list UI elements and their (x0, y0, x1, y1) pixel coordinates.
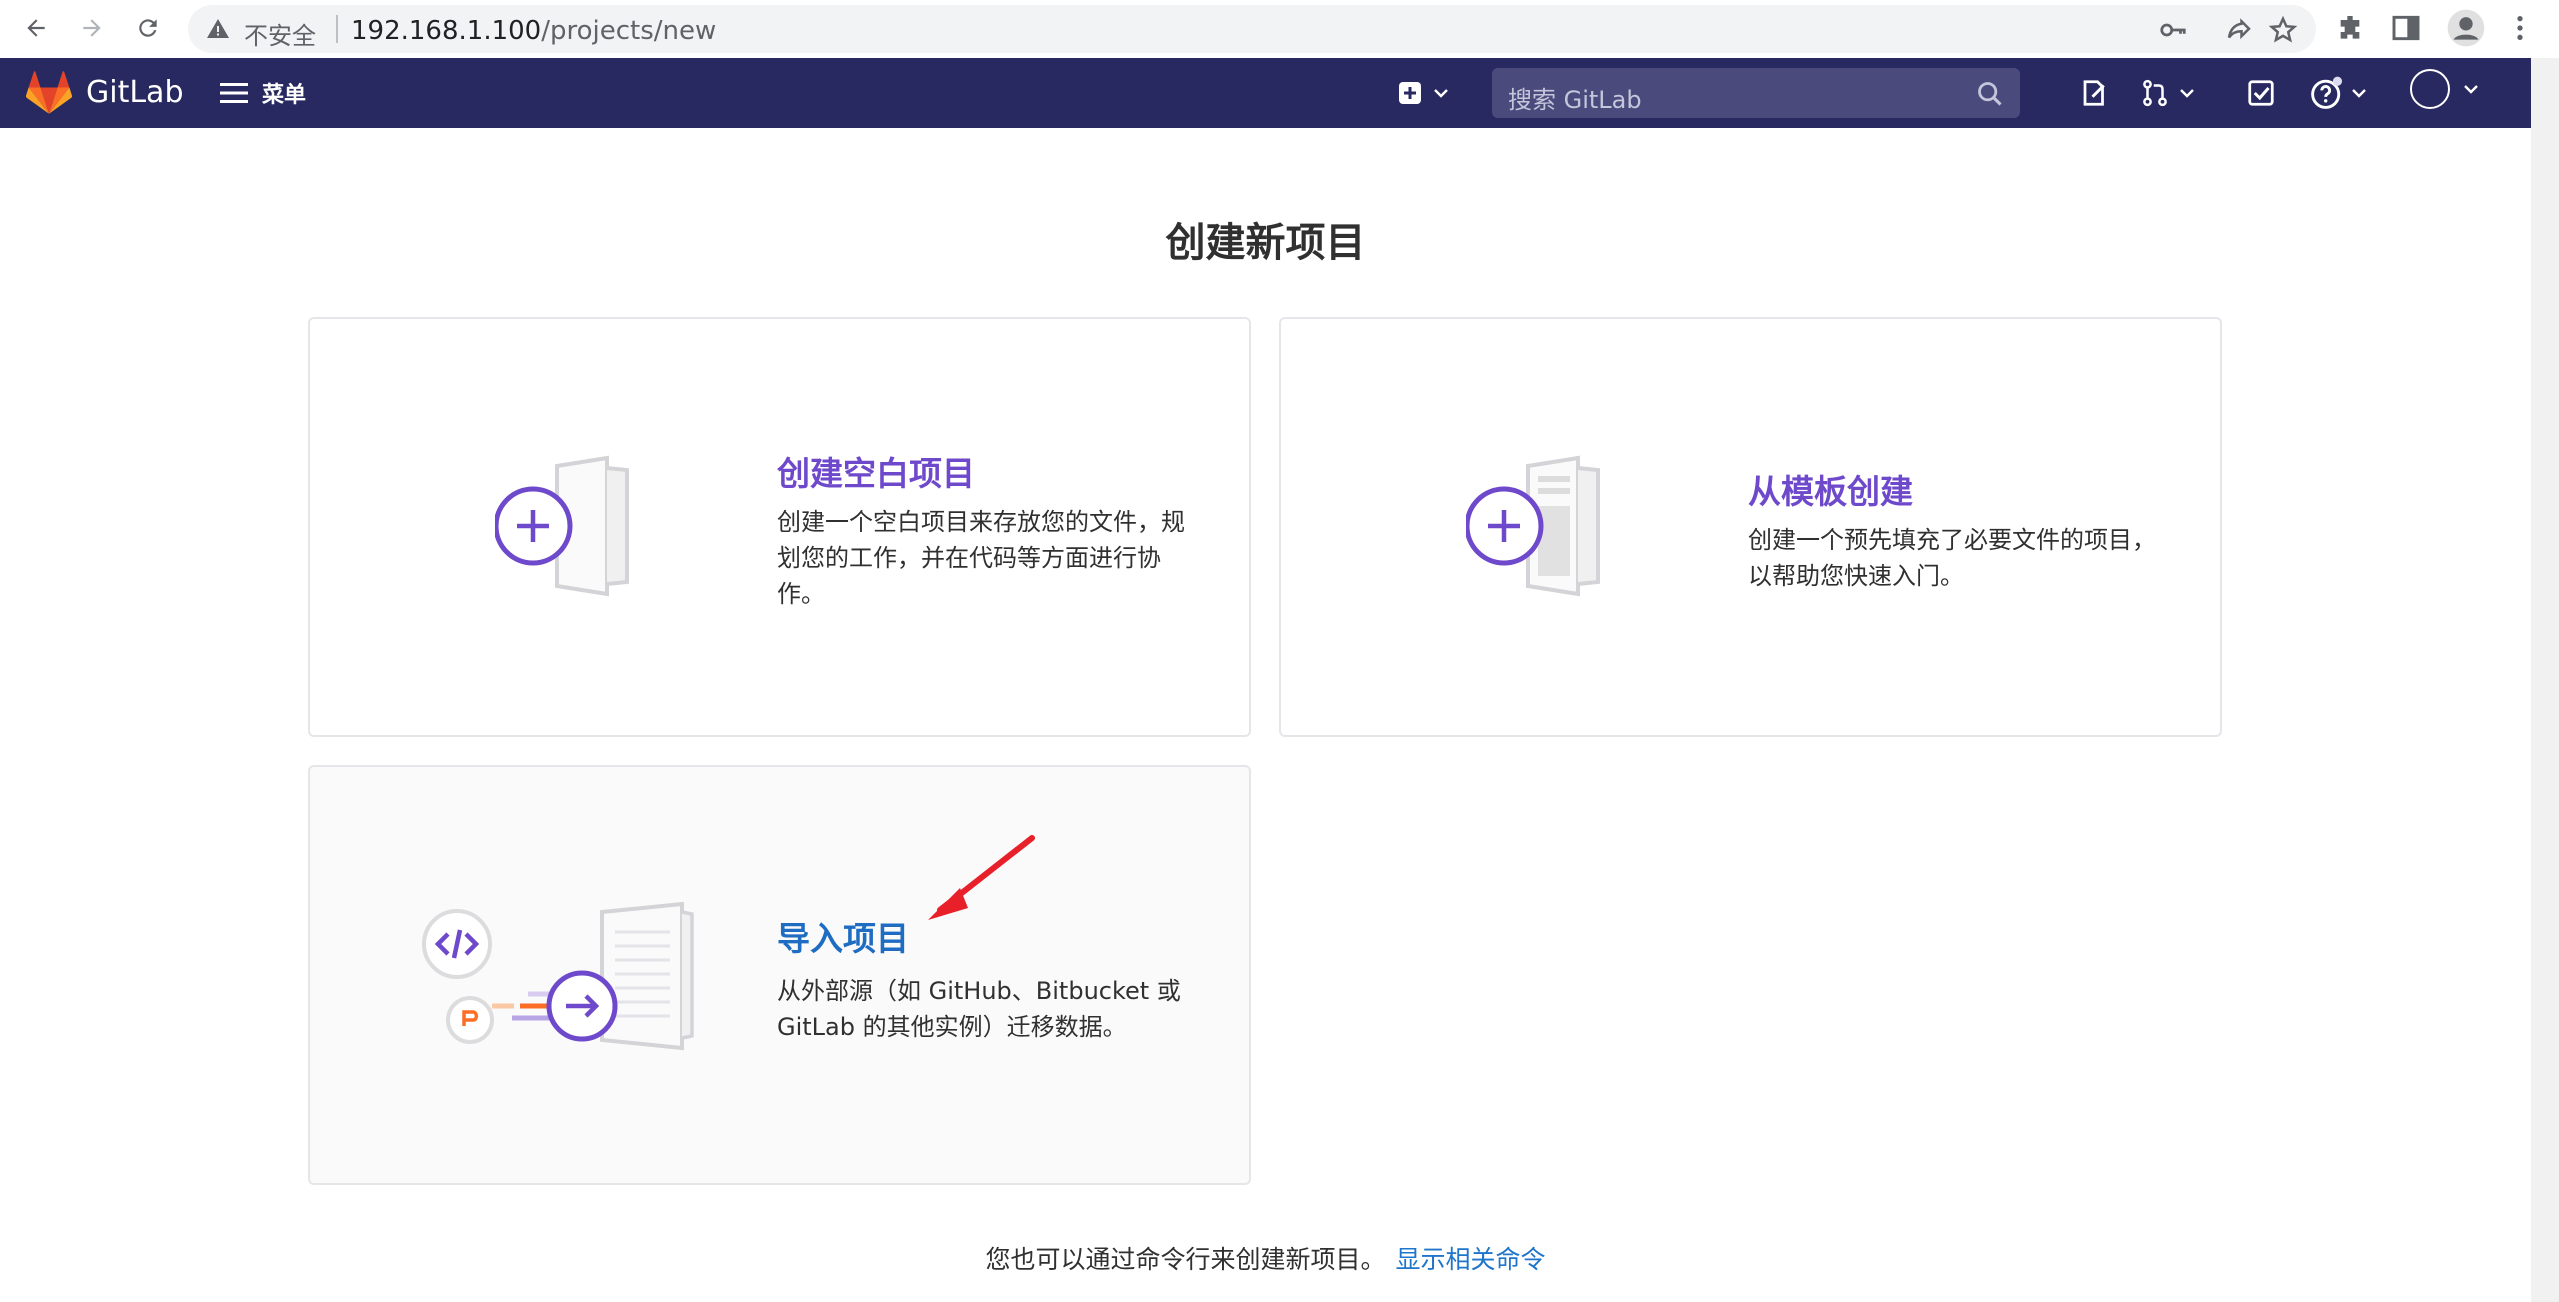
new-item-dropdown[interactable] (1398, 75, 1450, 111)
page-scrollbar[interactable] (2531, 58, 2559, 1302)
template-illustration-icon (1466, 455, 1600, 597)
search-placeholder: 搜索 GitLab (1508, 86, 1642, 114)
forward-arrow-icon (83, 19, 101, 37)
menu-button[interactable]: 菜单 (220, 74, 306, 112)
chevron-down-icon (2180, 89, 2194, 98)
reload-button[interactable] (130, 10, 166, 46)
page-title: 创建新项目 (1165, 220, 1366, 266)
import-project-description: 从外部源（如 GitHub、Bitbucket 或 GitLab 的其他实例）迁… (777, 977, 1181, 1041)
todos-button[interactable] (2246, 75, 2276, 111)
help-question-icon (2311, 76, 2343, 109)
key-icon[interactable] (2158, 15, 2188, 45)
import-project-illustration-icon (422, 902, 694, 1051)
search-input[interactable]: 搜索 GitLab (1492, 68, 2020, 118)
create-from-template-card[interactable]: 从模板创建 创建一个预先填充了必要文件的项目，以帮助您快速入门。 (1279, 317, 2222, 737)
url-path: /projects/new (541, 16, 717, 46)
profile-avatar-icon[interactable] (2446, 8, 2486, 48)
forward-button[interactable] (74, 10, 110, 46)
back-button[interactable] (18, 10, 54, 46)
user-menu-dropdown[interactable] (2408, 69, 2480, 109)
bookmark-star-icon[interactable] (2268, 15, 2298, 45)
gitlab-logo-icon[interactable] (26, 71, 72, 115)
share-icon[interactable] (2224, 15, 2254, 45)
show-commands-link[interactable]: 显示相关命令 (1396, 1245, 1546, 1274)
issues-icon (2083, 80, 2105, 106)
chevron-down-icon (2352, 89, 2366, 98)
red-annotation-arrow-icon (928, 835, 1035, 920)
warning-icon (207, 19, 229, 38)
chevron-down-icon (1434, 89, 1448, 98)
browser-toolbar: 不安全 192.168.1.100/projects/new (0, 0, 2559, 59)
plus-square-icon (1399, 82, 1421, 104)
insecure-label: 不安全 (244, 22, 316, 50)
blank-project-title[interactable]: 创建空白项目 (777, 447, 975, 495)
template-description: 创建一个预先填充了必要文件的项目，以帮助您快速入门。 (1748, 526, 2156, 590)
back-arrow-icon (27, 19, 45, 37)
chevron-down-icon (2464, 85, 2478, 94)
create-blank-project-card[interactable]: 创建空白项目 创建一个空白项目来存放您的文件，规划您的工作，并在代码等方面进行协… (308, 317, 1251, 737)
user-avatar-icon (2410, 69, 2450, 109)
brand-name[interactable]: GitLab (86, 75, 184, 110)
blank-project-illustration-icon (495, 455, 629, 597)
search-icon (1978, 82, 2002, 106)
url-text: 192.168.1.100/projects/new (351, 16, 716, 46)
merge-request-icon (2143, 79, 2167, 107)
reload-icon (139, 19, 157, 37)
blank-project-description: 创建一个空白项目来存放您的文件，规划您的工作，并在代码等方面进行协作。 (777, 508, 1185, 608)
kebab-menu-icon[interactable] (2504, 12, 2536, 44)
cli-hint: 您也可以通过命令行来创建新项目。 显示相关命令 (0, 1240, 2531, 1276)
cli-hint-text: 您也可以通过命令行来创建新项目。 (985, 1245, 1386, 1274)
import-project-title[interactable]: 导入项目 (777, 912, 909, 960)
import-project-card[interactable]: 导入项目 从外部源（如 GitHub、Bitbucket 或 GitLab 的其… (308, 765, 1251, 1185)
extensions-icon[interactable] (2334, 12, 2366, 44)
todo-checkbox-icon (2248, 80, 2274, 106)
merge-requests-dropdown[interactable] (2140, 75, 2196, 111)
address-bar[interactable]: 不安全 192.168.1.100/projects/new (188, 5, 2316, 53)
url-host: 192.168.1.100 (351, 16, 542, 46)
menu-label: 菜单 (262, 83, 307, 108)
gitlab-navbar: GitLab 菜单 搜索 GitLab (0, 58, 2531, 128)
issues-button[interactable] (2080, 75, 2110, 111)
side-panel-icon[interactable] (2390, 12, 2422, 44)
address-separator (336, 15, 338, 43)
help-dropdown[interactable] (2310, 75, 2368, 111)
template-title[interactable]: 从模板创建 (1748, 465, 1913, 513)
hamburger-icon (220, 83, 248, 103)
